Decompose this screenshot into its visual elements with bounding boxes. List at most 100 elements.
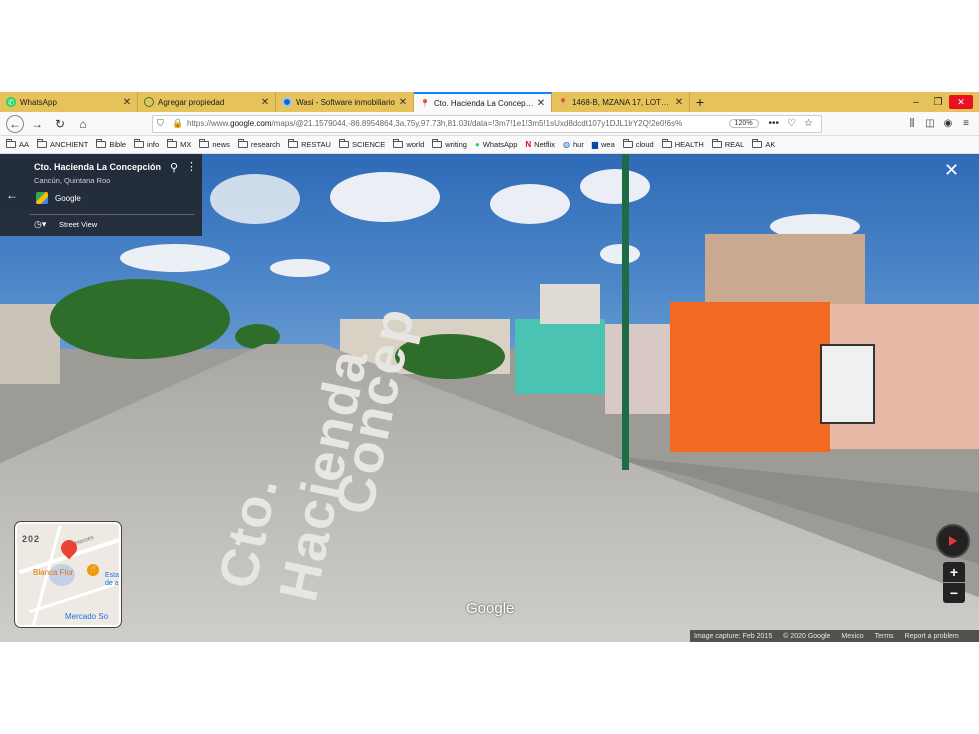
more-options-icon[interactable]: ⋮ (186, 160, 197, 173)
library-icon[interactable]: ⫼ (903, 118, 921, 129)
bookmark-folder[interactable]: ANCHIENT (37, 139, 89, 149)
bookmark-whatsapp[interactable]: ● WhatsApp (475, 140, 517, 149)
home-icon[interactable]: ⌂ (73, 114, 93, 134)
back-arrow-icon[interactable]: ← (6, 188, 18, 202)
folder-icon (622, 139, 633, 148)
zoom-out-button[interactable]: − (943, 583, 965, 603)
street-view-label: Street View (59, 220, 98, 229)
forward-arrow-icon[interactable]: → (27, 114, 47, 134)
bookmark-folder[interactable]: MX (167, 139, 191, 149)
bookmark-folder[interactable]: SCIENCE (338, 139, 385, 149)
location-title: Cto. Hacienda La Concepción (34, 162, 162, 172)
bookmark-label: HEALTH (674, 140, 704, 149)
tab-maps-active[interactable]: 📍 Cto. Hacienda La Concepción ✕ (414, 92, 552, 112)
folder-icon (711, 139, 722, 148)
bookmark-folder[interactable]: info (134, 139, 159, 149)
url-host: google.com (230, 119, 272, 128)
report-problem-link[interactable]: Report a problem (905, 633, 959, 640)
lock-icon[interactable]: 🔒 (172, 118, 184, 129)
time-travel-icon[interactable]: ◷▾ (34, 219, 46, 230)
folder-icon (96, 139, 107, 148)
tab-agregar-propiedad[interactable]: Agregar propiedad ✕ (138, 92, 276, 112)
tab-close-icon[interactable]: ✕ (673, 97, 685, 108)
cloud (210, 174, 300, 224)
bookmark-star-icon[interactable]: ☆ (804, 118, 813, 129)
location-pin-icon[interactable]: ⚲ (170, 161, 178, 174)
new-tab-button[interactable]: + (690, 92, 710, 112)
tree (50, 279, 230, 359)
bookmark-folder[interactable]: news (199, 139, 230, 149)
weather-icon: ▆ (591, 140, 598, 149)
imagery-source[interactable]: Google (55, 194, 81, 203)
region-link[interactable]: Mexico (841, 633, 863, 640)
house-teal (515, 319, 605, 394)
bookmark-label: ANCHIENT (50, 140, 89, 149)
street-view-canvas[interactable]: Cto. Hacienda Concep ← Cto. Hacienda La … (0, 154, 979, 642)
minimap[interactable]: 202 Heroes Blanca Flor 🍴 Esta de a Merca… (15, 522, 121, 627)
back-arrow-icon[interactable]: ← (6, 114, 24, 133)
shield-icon[interactable]: ⛉ (157, 118, 169, 129)
bookmark-netflix[interactable]: N Netflix (525, 140, 555, 149)
pocket-icon[interactable]: ♡ (787, 118, 796, 129)
bookmark-label: AK (765, 140, 776, 149)
compass-icon[interactable] (936, 524, 970, 558)
hamburger-menu-icon[interactable]: ≡ (957, 118, 975, 129)
divider (30, 214, 194, 215)
bookmark-folder[interactable]: HEALTH (661, 139, 704, 149)
garage-gate (820, 344, 875, 424)
bookmark-hur[interactable]: ◍ hur (563, 140, 584, 149)
navigation-bar: ← → ↻ ⌂ ⛉ 🔒 https://www.google.com/maps/… (0, 112, 979, 136)
terms-link[interactable]: Terms (875, 633, 894, 640)
tab-title: Agregar propiedad (158, 97, 225, 107)
toolbar-right: ⫼ ◫ ◉ ≡ (903, 118, 975, 129)
bookmark-folder[interactable]: Bible (96, 139, 126, 149)
bookmark-folder[interactable]: REAL (711, 139, 744, 149)
browser-window: ✆ WhatsApp ✕ Agregar propiedad ✕ Wasi - … (0, 92, 979, 642)
cloud (580, 169, 650, 204)
minimize-icon[interactable]: – (905, 97, 927, 108)
bookmark-folder[interactable]: writing (432, 139, 467, 149)
bookmark-folder[interactable]: AK (752, 139, 776, 149)
cloud (330, 172, 440, 222)
house-orange (670, 302, 830, 452)
zoom-level-badge[interactable]: 120% (728, 119, 759, 128)
close-icon[interactable]: ✕ (944, 160, 959, 181)
location-panel: ← Cto. Hacienda La Concepción ⚲ ⋮ Cancún… (0, 154, 202, 236)
tab-wasi[interactable]: Wasi - Software inmobiliario ✕ (276, 92, 414, 112)
tab-maps-lote[interactable]: 📍 1468-B, MZANA 17, LOTE 1 - G ✕ (552, 92, 690, 112)
copyright: © 2020 Google (783, 632, 831, 640)
location-subtitle: Cancún, Quintana Roo (34, 176, 111, 185)
bookmark-wea[interactable]: ▆ wea (592, 140, 615, 149)
reload-icon[interactable]: ↻ (50, 114, 70, 134)
map-place-label: Mercado So (65, 612, 109, 621)
tab-close-icon[interactable]: ✕ (397, 97, 409, 108)
zoom-in-button[interactable]: + (943, 562, 965, 582)
tab-close-icon[interactable]: ✕ (259, 97, 271, 108)
whatsapp-icon: ✆ (6, 97, 16, 107)
house-pink (605, 324, 675, 414)
window-close-icon[interactable]: ✕ (949, 95, 973, 109)
bookmark-folder[interactable]: world (393, 139, 424, 149)
restore-icon[interactable]: ❐ (927, 97, 949, 108)
bookmark-label: wea (601, 140, 615, 149)
window-controls: – ❐ ✕ (905, 92, 979, 112)
bookmark-folder[interactable]: research (237, 139, 281, 149)
bookmark-label: research (250, 140, 281, 149)
bookmark-folder[interactable]: cloud (622, 139, 654, 149)
folder-icon (37, 139, 48, 148)
url-text[interactable]: https://www.google.com/maps/@21.1579044,… (187, 119, 723, 128)
tab-bar: ✆ WhatsApp ✕ Agregar propiedad ✕ Wasi - … (0, 92, 979, 112)
restaurant-icon: 🍴 (87, 564, 99, 576)
account-icon[interactable]: ◉ (939, 118, 957, 129)
bookmark-folder[interactable]: AA (6, 139, 29, 149)
bookmark-folder[interactable]: RESTAU (288, 139, 331, 149)
tab-whatsapp[interactable]: ✆ WhatsApp ✕ (0, 92, 138, 112)
cloud (490, 184, 570, 224)
tab-title: WhatsApp (20, 97, 57, 107)
tab-close-icon[interactable]: ✕ (121, 97, 133, 108)
url-bar[interactable]: ⛉ 🔒 https://www.google.com/maps/@21.1579… (152, 114, 822, 133)
cloud (600, 244, 640, 264)
tab-close-icon[interactable]: ✕ (535, 98, 547, 109)
page-actions-menu-icon[interactable]: ••• (769, 118, 780, 129)
sidebar-icon[interactable]: ◫ (921, 118, 939, 129)
